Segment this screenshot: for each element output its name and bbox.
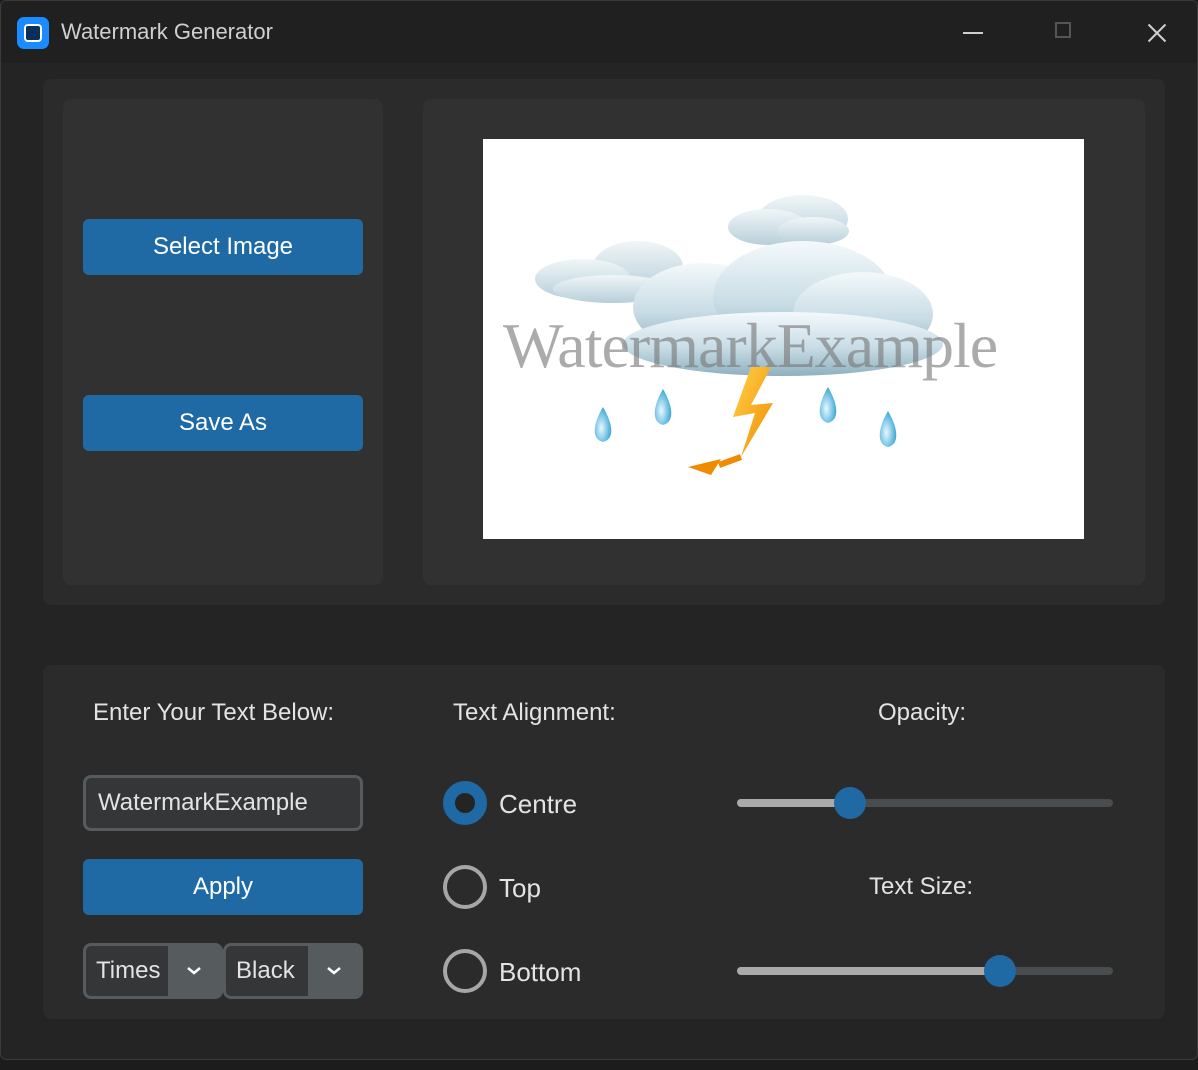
text-entry-label: Enter Your Text Below: xyxy=(93,699,335,726)
color-dropdown-value: Black xyxy=(236,957,295,984)
preview-image: WatermarkExample xyxy=(483,139,1084,539)
opacity-slider[interactable] xyxy=(737,785,1113,821)
chevron-down-icon[interactable] xyxy=(308,946,360,996)
radio-unselected-icon[interactable] xyxy=(443,949,487,993)
app-window: Watermark Generator Select Image Save As xyxy=(0,0,1198,1060)
slider-track[interactable] xyxy=(737,799,1113,807)
maximize-icon[interactable] xyxy=(1043,13,1087,53)
slider-track[interactable] xyxy=(737,967,1113,975)
font-dropdown[interactable]: Times xyxy=(83,943,223,999)
window-title: Watermark Generator xyxy=(61,19,273,44)
radio-label: Top xyxy=(499,873,541,903)
slider-fill xyxy=(737,967,1001,975)
close-icon[interactable] xyxy=(1135,13,1179,53)
radio-selected-icon[interactable] xyxy=(443,781,487,825)
watermark-overlay-text: WatermarkExample xyxy=(503,310,998,381)
alignment-label: Text Alignment: xyxy=(453,699,616,726)
radio-label: Centre xyxy=(499,789,578,819)
select-image-button[interactable]: Select Image xyxy=(83,219,363,275)
settings-frame: Enter Your Text Below: Text Alignment: O… xyxy=(43,665,1165,1019)
slider-handle[interactable] xyxy=(833,787,866,819)
text-size-slider[interactable] xyxy=(737,953,1113,989)
text-size-label: Text Size: xyxy=(869,873,974,900)
font-dropdown-value: Times xyxy=(96,957,161,984)
radio-unselected-icon[interactable] xyxy=(443,865,487,909)
apply-button[interactable]: Apply xyxy=(83,859,363,915)
title-bar: Watermark Generator xyxy=(1,1,1197,63)
chevron-down-icon[interactable] xyxy=(168,946,220,996)
top-frame: Select Image Save As WatermarkExample xyxy=(43,79,1165,605)
image-preview-panel: WatermarkExample xyxy=(423,99,1145,585)
color-dropdown[interactable]: Black xyxy=(223,943,363,999)
slider-fill xyxy=(737,799,850,807)
app-icon xyxy=(17,17,49,49)
minimize-icon[interactable] xyxy=(951,13,995,53)
slider-handle[interactable] xyxy=(984,955,1017,987)
alignment-radio-top[interactable]: Top xyxy=(443,863,743,911)
radio-label: Bottom xyxy=(499,957,582,987)
file-actions-panel: Select Image Save As xyxy=(63,99,383,585)
watermark-text-input[interactable] xyxy=(83,775,363,831)
alignment-radio-bottom[interactable]: Bottom xyxy=(443,947,743,995)
save-as-button[interactable]: Save As xyxy=(83,395,363,451)
opacity-label: Opacity: xyxy=(878,699,967,726)
alignment-radio-centre[interactable]: Centre xyxy=(443,779,743,827)
